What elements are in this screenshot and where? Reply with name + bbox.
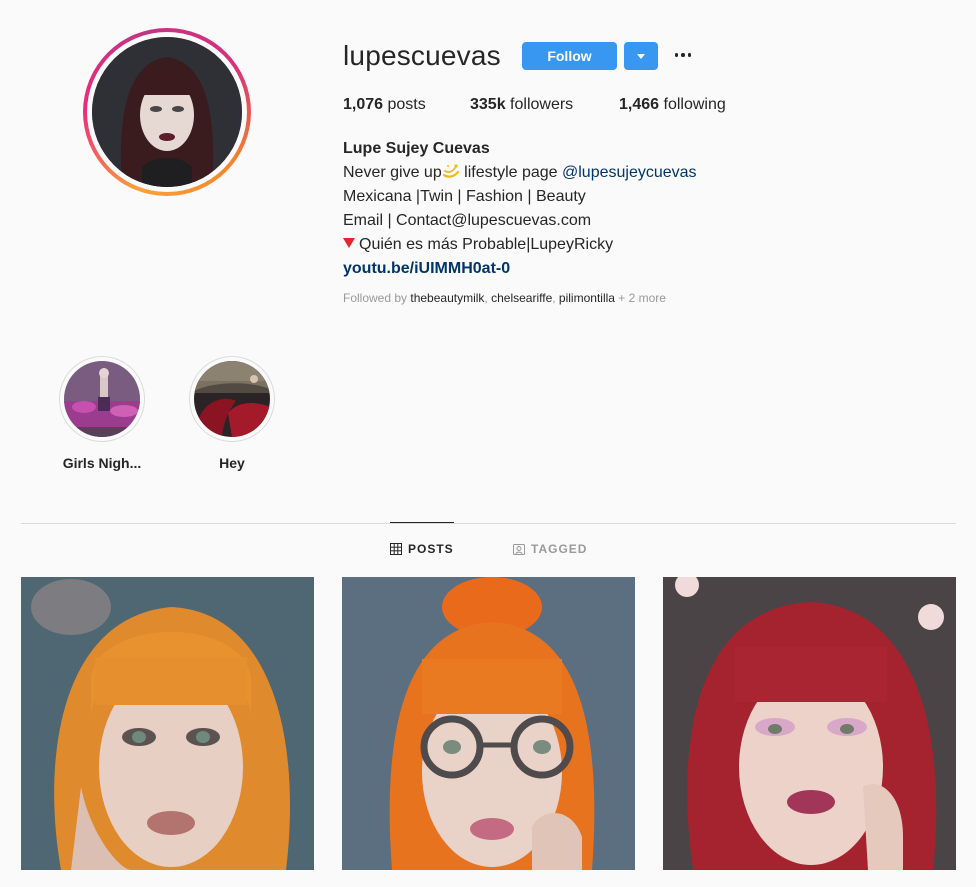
followers-count-label: followers (505, 96, 574, 113)
story-highlight-girls-night[interactable]: Girls Nigh... (52, 356, 152, 471)
more-icon-dot (687, 53, 692, 57)
tab-posts[interactable]: POSTS (390, 542, 454, 556)
grid-icon (390, 543, 402, 555)
bio-line-1-middle: lifestyle page (459, 164, 562, 181)
story-highlight-hey[interactable]: Hey (182, 356, 282, 471)
highlight-ring (189, 356, 275, 442)
followed-by-account[interactable]: chelseariffe (491, 291, 552, 305)
highlight-cover (194, 361, 270, 437)
follow-button[interactable]: Follow (522, 42, 617, 70)
tab-posts-label: POSTS (408, 542, 454, 556)
more-icon-dot (681, 53, 685, 57)
sparkle-icon (442, 164, 459, 178)
active-tab-indicator (390, 522, 454, 523)
more-options-button[interactable] (672, 44, 694, 66)
tab-tagged-label: TAGGED (531, 542, 588, 556)
highlight-label: Girls Nigh... (62, 455, 142, 471)
tag-icon (513, 544, 525, 555)
bio-line-4: Quién es más Probable|LupeyRicky (343, 233, 697, 257)
followed-by-prefix: Followed by (343, 291, 411, 305)
suggestions-dropdown-button[interactable] (624, 42, 658, 70)
followed-by-more[interactable]: + 2 more (615, 291, 666, 305)
following-count-value: 1,466 (619, 96, 660, 113)
followers-count-value: 335k (470, 96, 506, 113)
post-thumbnail[interactable] (663, 577, 956, 870)
more-icon (674, 53, 679, 57)
bio-mention-link[interactable]: @lupesujeycuevas (562, 164, 697, 181)
post-thumbnail[interactable] (21, 577, 314, 870)
followed-by-account[interactable]: pilimontilla (559, 291, 615, 305)
posts-count: 1,076 posts (343, 96, 426, 114)
dropdown-icon (637, 53, 645, 59)
profile-username: lupescuevas (343, 40, 501, 71)
bio-line-4-text: Quién es más Probable|LupeyRicky (359, 236, 614, 253)
post-thumbnail[interactable] (342, 577, 635, 870)
profile-avatar-ring[interactable] (83, 28, 251, 196)
full-name: Lupe Sujey Cuevas (343, 140, 490, 157)
followed-by-account[interactable]: thebeautymilk (410, 291, 484, 305)
followed-by: Followed by thebeautymilk, chelseariffe,… (343, 291, 666, 305)
tab-tagged[interactable]: TAGGED (513, 542, 587, 556)
tab-divider (21, 523, 956, 524)
highlight-cover (64, 361, 140, 437)
bio-website-link[interactable]: youtu.be/iUIMMH0at-0 (343, 257, 697, 281)
profile-bio: Lupe Sujey Cuevas Never give up lifestyl… (343, 137, 697, 281)
bio-line-3: Email | Contact@lupescuevas.com (343, 212, 592, 229)
posts-count-value: 1,076 (343, 96, 384, 113)
red-triangle-icon (343, 238, 355, 248)
following-count-label: following (659, 96, 726, 113)
posts-count-label: posts (383, 96, 426, 113)
avatar[interactable] (92, 37, 242, 187)
followers-link[interactable]: 335k followers (470, 96, 573, 114)
bio-line-2: Mexicana |Twin | Fashion | Beauty (343, 188, 586, 205)
highlight-ring (59, 356, 145, 442)
bio-line-1-text: Never give up (343, 164, 442, 181)
followed-by-sep: , (552, 291, 559, 305)
bio-line-1: Never give up lifestyle page @lupesujeyc… (343, 161, 697, 185)
highlight-label: Hey (219, 455, 245, 471)
following-link[interactable]: 1,466 following (619, 96, 726, 114)
